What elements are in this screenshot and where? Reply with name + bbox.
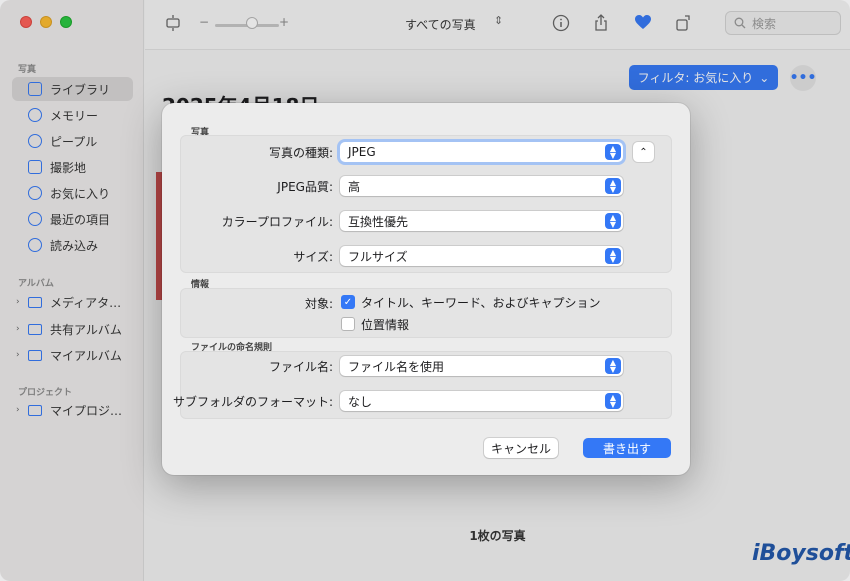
- filename-label: ファイル名:: [268, 360, 333, 374]
- jpeg-quality-label: JPEG品質:: [277, 180, 333, 194]
- cancel-button[interactable]: キャンセル: [484, 438, 558, 458]
- chevron-up-down-icon: ▲ ▼: [605, 358, 621, 374]
- chevron-up-down-icon: ▲ ▼: [605, 144, 621, 160]
- size-value: フルサイズ: [348, 249, 408, 264]
- subfolder-value: なし: [348, 394, 373, 409]
- photo-kind-label: 写真の種類:: [268, 146, 333, 160]
- photo-kind-value: JPEG: [348, 145, 376, 159]
- export-button[interactable]: 書き出す: [583, 438, 671, 458]
- chevron-up-down-icon: ▲ ▼: [605, 178, 621, 194]
- color-profile-value: 互換性優先: [348, 214, 409, 229]
- jpeg-quality-value: 高: [348, 179, 361, 194]
- color-profile-popup[interactable]: 互換性優先 ▲ ▼: [340, 211, 623, 231]
- color-profile-label: カラープロファイル:: [221, 215, 333, 229]
- size-label: サイズ:: [293, 250, 333, 264]
- subfolder-popup[interactable]: なし ▲ ▼: [340, 391, 623, 411]
- chevron-up-down-icon: ▲ ▼: [605, 213, 621, 229]
- export-dialog: 写真 写真の種類: JPEG ▲ ▼ ⌃ JPEG品質: 高 ▲ ▼ カラープロファ…: [162, 103, 690, 475]
- collapse-button[interactable]: ⌃: [633, 142, 654, 162]
- subfolder-label: サブフォルダのフォーマット:: [172, 395, 333, 409]
- location-label: 位置情報: [361, 318, 410, 332]
- size-popup[interactable]: フルサイズ ▲ ▼: [340, 246, 623, 266]
- location-checkbox[interactable]: [341, 317, 355, 331]
- title-keywords-label: タイトル、キーワード、およびキャプション: [361, 296, 601, 310]
- chevron-up-down-icon: ▲ ▼: [605, 393, 621, 409]
- jpeg-quality-popup[interactable]: 高 ▲ ▼: [340, 176, 623, 196]
- chevron-up-icon: ⌃: [639, 146, 648, 158]
- watermark-logo: iBoysoft: [752, 541, 850, 566]
- chevron-up-down-icon: ▲ ▼: [605, 248, 621, 264]
- filename-value: ファイル名を使用: [348, 359, 445, 374]
- title-keywords-checkbox[interactable]: ✓: [341, 295, 355, 309]
- target-label: 対象:: [304, 297, 333, 311]
- photos-window: 写真 ライブラリ メモリー ピープル 撮影地 お気に入り 最近の項目 読み込み: [0, 0, 850, 581]
- filename-popup[interactable]: ファイル名を使用 ▲ ▼: [340, 356, 623, 376]
- photo-kind-popup[interactable]: JPEG ▲ ▼: [340, 142, 623, 162]
